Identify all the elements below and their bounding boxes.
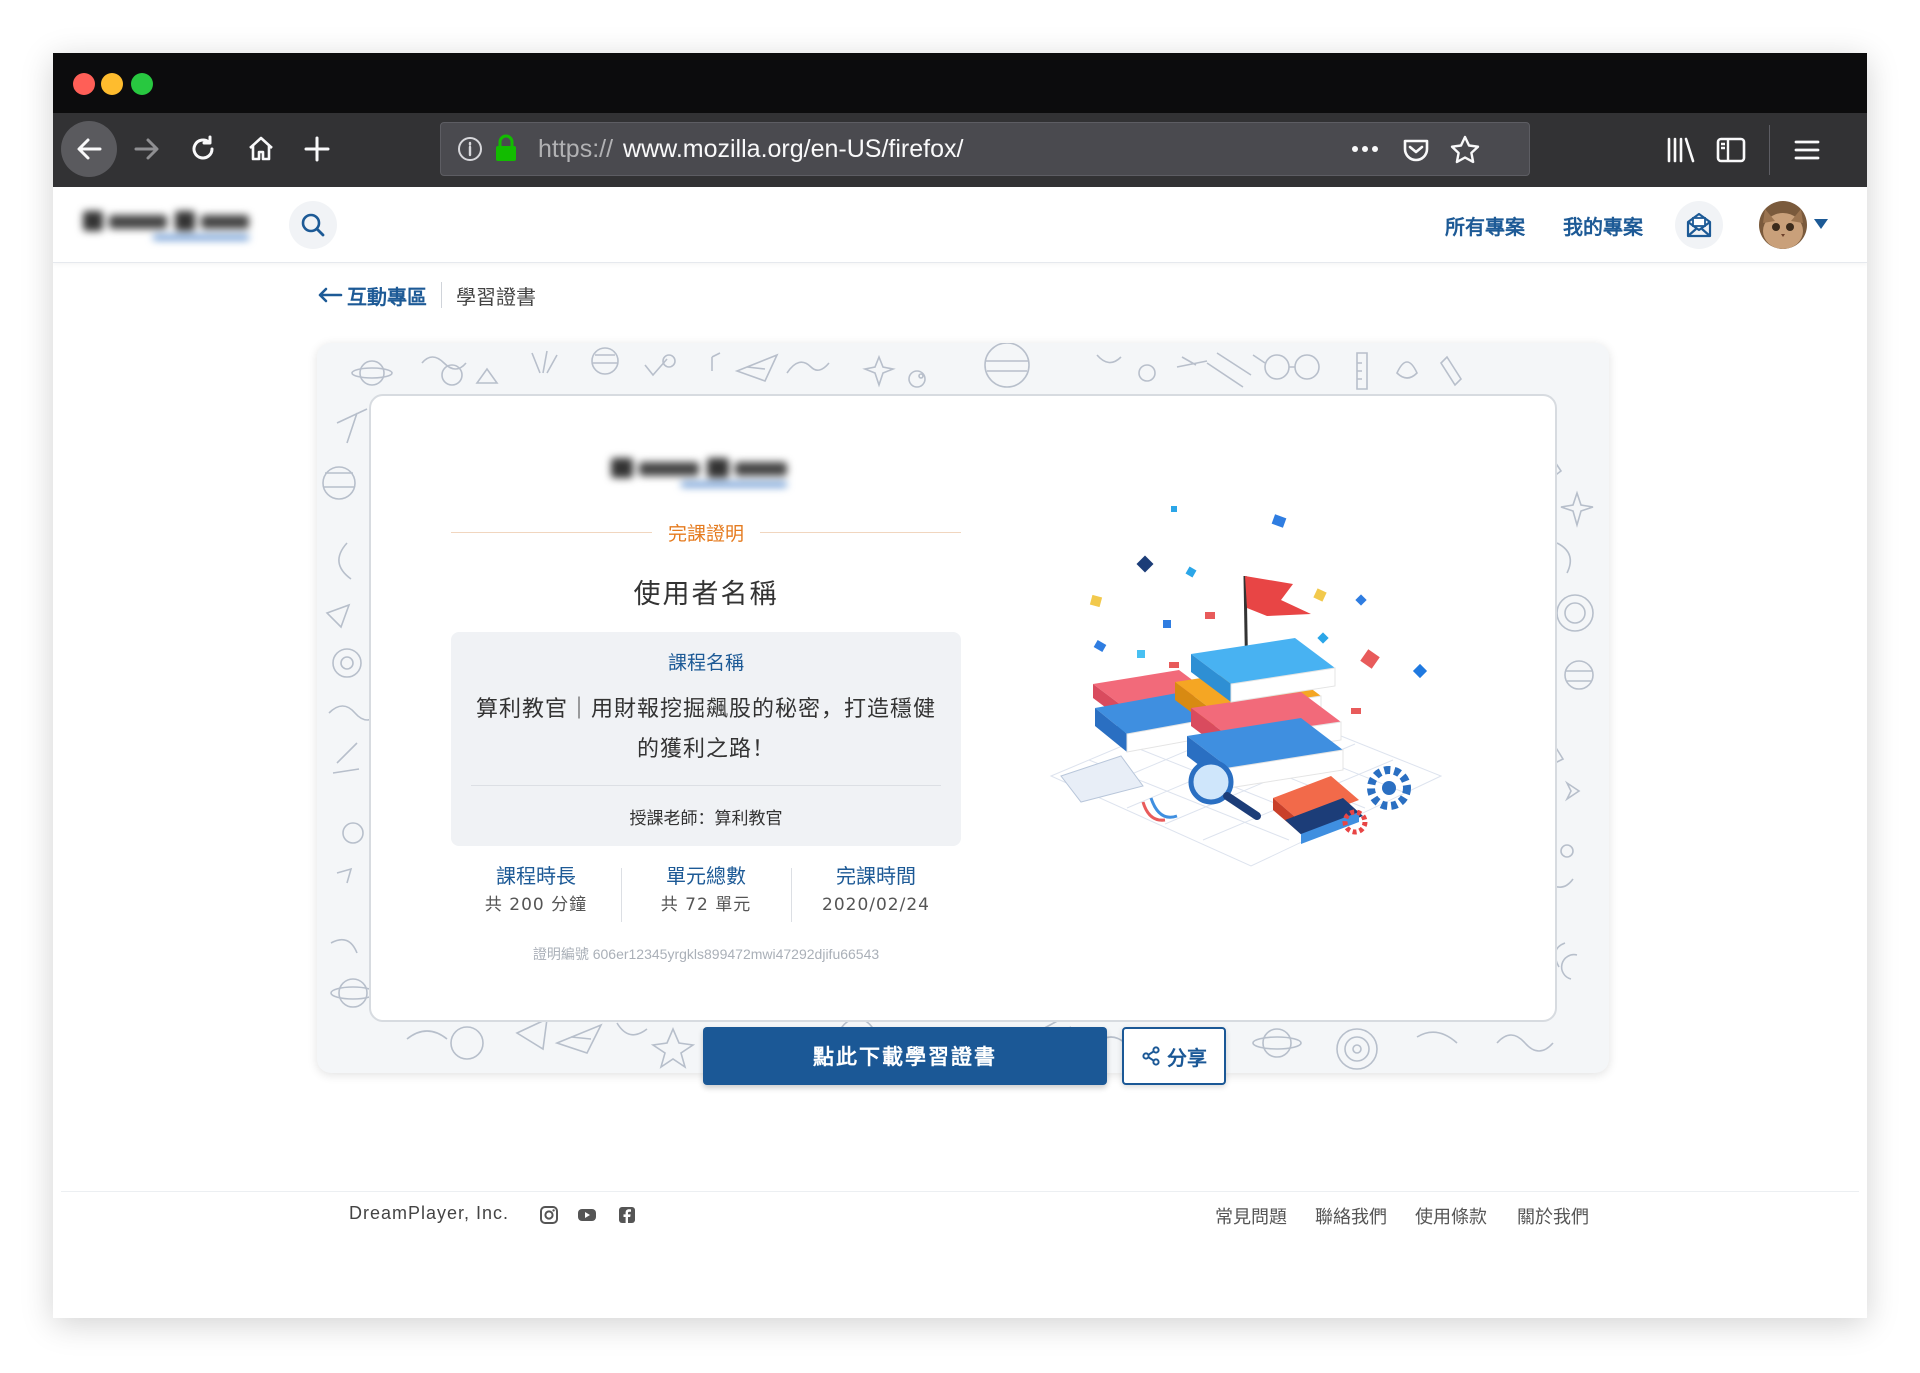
caret-down-icon[interactable] (1813, 217, 1829, 231)
download-certificate-button[interactable]: 點此下載學習證書 (703, 1027, 1107, 1085)
search-icon (301, 213, 325, 237)
arrow-left-icon (318, 287, 343, 303)
avatar[interactable] (1759, 201, 1807, 249)
stat-duration: 課程時長 共 200 分鐘 (451, 862, 621, 924)
close-window-button[interactable] (73, 73, 95, 95)
browser-toolbar: https://www.mozilla.org/en-US/firefox/ (53, 113, 1867, 187)
mail-icon (1686, 212, 1712, 238)
divider-line (451, 531, 652, 533)
more-actions-icon[interactable] (1349, 138, 1381, 160)
stat-value: 共 72 單元 (660, 895, 752, 915)
footer-divider (61, 1191, 1859, 1192)
certificate-body: 完課證明 使用者名稱 課程名稱 算利教官｜用財報挖掘飆股的秘密，打造穩健的獲利之… (369, 394, 1557, 1022)
stat-units: 單元總數 共 72 單元 (621, 862, 791, 924)
arrow-right-icon (134, 138, 159, 160)
stat-label: 單元總數 (666, 864, 746, 888)
certificate-number: 證明編號 606er12345yrgkls899472mwi47292djifu… (532, 946, 880, 962)
footer-link-contact[interactable]: 聯絡我們 (1315, 1203, 1387, 1229)
footer-company: DreamPlayer, Inc. (349, 1203, 510, 1223)
footer-link-faq[interactable]: 常見問題 (1215, 1203, 1287, 1229)
title-bar (53, 53, 1867, 113)
minimize-window-button[interactable] (101, 73, 123, 95)
certificate-logo (611, 458, 787, 487)
nav-all-projects[interactable]: 所有專案 (1445, 211, 1525, 240)
forward-button[interactable] (119, 121, 175, 177)
site-logo[interactable] (83, 203, 253, 247)
back-button[interactable] (61, 121, 117, 177)
new-tab-button[interactable] (289, 121, 345, 177)
course-label: 課程名稱 (667, 652, 744, 674)
footer-link-terms[interactable]: 使用條款 (1415, 1203, 1487, 1229)
site-header: 所有專案 我的專案 (53, 187, 1867, 263)
footer-link-about[interactable]: 關於我們 (1517, 1203, 1589, 1229)
certificate-label-row: 完課證明 (451, 520, 962, 545)
plus-icon (304, 136, 330, 162)
url-bar[interactable]: https://www.mozilla.org/en-US/firefox/ (440, 122, 1530, 176)
breadcrumb: 互動專區 學習證書 (317, 280, 536, 310)
lock-icon (496, 134, 516, 161)
course-title: 算利教官｜用財報挖掘飆股的秘密，打造穩健的獲利之路！ (475, 697, 936, 762)
breadcrumb-back-link[interactable]: 互動專區 (317, 281, 427, 310)
info-icon[interactable] (457, 136, 483, 162)
maximize-window-button[interactable] (131, 73, 153, 95)
course-stats: 課程時長 共 200 分鐘 單元總數 共 72 單元 完課時間 2020/02/… (451, 862, 961, 924)
library-icon[interactable] (1665, 134, 1697, 166)
stat-value: 共 200 分鐘 (484, 895, 588, 915)
reload-icon (192, 135, 214, 160)
home-icon (249, 136, 273, 161)
web-page: 所有專案 我的專案 互動專區 學習證書 完課證明 使用者名稱 課程名稱 算利教官… (53, 187, 1867, 1318)
share-button[interactable]: 分享 (1122, 1027, 1226, 1085)
course-info-box: 課程名稱 算利教官｜用財報挖掘飆股的秘密，打造穩健的獲利之路！ 授課老師：算利教… (451, 632, 961, 846)
star-icon[interactable] (1449, 134, 1481, 166)
browser-window: https://www.mozilla.org/en-US/firefox/ 所… (53, 53, 1867, 1318)
instagram-icon[interactable] (539, 1205, 559, 1225)
nav-my-projects[interactable]: 我的專案 (1563, 211, 1643, 240)
toolbar-divider (1769, 125, 1770, 175)
search-button[interactable] (289, 201, 337, 249)
share-label: 分享 (1167, 1045, 1207, 1070)
certificate-card: 完課證明 使用者名稱 課程名稱 算利教官｜用財報挖掘飆股的秘密，打造穩健的獲利之… (317, 343, 1609, 1073)
messages-button[interactable] (1675, 201, 1723, 249)
course-divider (471, 785, 941, 786)
certificate-label: 完課證明 (668, 522, 745, 545)
menu-icon[interactable] (1791, 134, 1823, 166)
pocket-icon[interactable] (1401, 135, 1431, 165)
share-icon (1142, 1046, 1160, 1066)
facebook-icon[interactable] (617, 1205, 637, 1225)
stat-label: 課程時長 (496, 864, 576, 888)
breadcrumb-separator (441, 282, 442, 308)
reload-button[interactable] (175, 121, 231, 177)
youtube-icon[interactable] (577, 1205, 597, 1225)
arrow-left-icon (77, 138, 102, 160)
user-name: 使用者名稱 (633, 579, 779, 610)
books-illustration (1049, 506, 1443, 867)
breadcrumb-current: 學習證書 (456, 284, 536, 309)
sidebar-icon[interactable] (1715, 134, 1747, 166)
url-text[interactable]: https://www.mozilla.org/en-US/firefox/ (538, 135, 963, 164)
stat-label: 完課時間 (836, 864, 916, 888)
home-button[interactable] (233, 121, 289, 177)
stat-value: 2020/02/24 (822, 895, 930, 915)
teacher-name: 授課老師：算利教官 (629, 809, 783, 829)
divider-line (760, 531, 962, 533)
stat-completion-date: 完課時間 2020/02/24 (791, 862, 961, 924)
